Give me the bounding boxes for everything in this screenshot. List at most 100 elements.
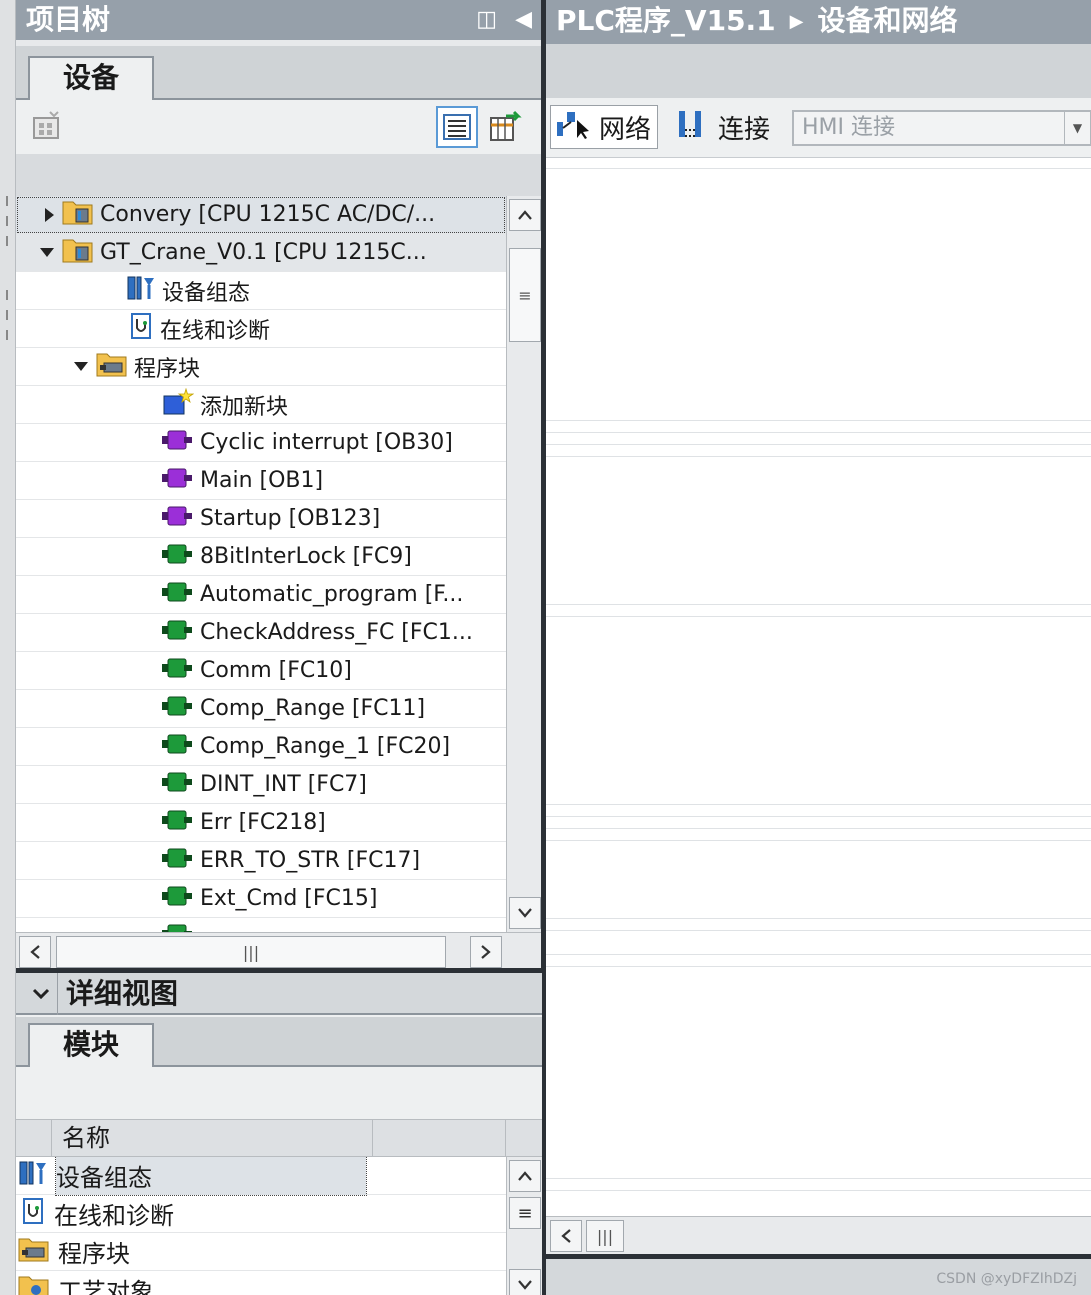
breadcrumb-devices-networks[interactable]: 设备和网络: [818, 4, 958, 37]
scroll-left-icon[interactable]: [19, 936, 51, 968]
fc-block-icon: [162, 695, 194, 723]
network-icon: [555, 108, 591, 147]
new-device-icon[interactable]: [26, 106, 68, 148]
tree-item-label: DINT_INT [FC7]: [200, 772, 367, 797]
program-blocks-folder-icon: [18, 1235, 50, 1269]
project-tree-panel: 项目树 ◫ ◀ 设备 Convery [CPU 1215C AC/DC/...: [16, 0, 542, 970]
tree-item-8bitinterlock[interactable]: 8BitInterLock [FC9]: [16, 538, 506, 576]
tree-item-label: Automatic_program [F...: [200, 582, 464, 607]
tree-item-ext-cmd[interactable]: Ext_Cmd [FC15]: [16, 880, 506, 918]
expand-arrow-icon[interactable]: [16, 207, 62, 222]
program-blocks-folder-icon: [96, 350, 128, 384]
online-diagnostics-icon: [22, 1197, 46, 1231]
tree-item-comm[interactable]: Comm [FC10]: [16, 652, 506, 690]
details-item-label: 设备组态: [55, 1157, 367, 1196]
tree-item-startup[interactable]: Startup [OB123]: [16, 500, 506, 538]
tab-modules[interactable]: 模块: [28, 1023, 154, 1069]
connection-type-select[interactable]: HMI 连接 ▼: [792, 110, 1091, 146]
tree-item-label: 在线和诊断: [160, 318, 271, 344]
device-config-icon: [126, 274, 156, 308]
tree-item-convery[interactable]: Convery [CPU 1215C AC/DC/...: [16, 196, 506, 234]
left-collapsed-strip[interactable]: [0, 0, 16, 1295]
connection-type-value: HMI 连接: [802, 115, 896, 140]
tab-devices[interactable]: 设备: [28, 56, 154, 102]
tree-item-gt-crane[interactable]: GT_Crane_V0.1 [CPU 1215C...: [16, 234, 506, 272]
tree-item-label: Ext_Cmd [FC15]: [200, 886, 378, 911]
network-canvas[interactable]: [546, 158, 1091, 1216]
details-item-online-diagnostics[interactable]: 在线和诊断: [16, 1195, 506, 1233]
fc-block-icon: [162, 733, 194, 761]
collapse-panel-icon[interactable]: ◀: [515, 0, 532, 40]
breadcrumb: PLC程序_V15.1 ▶ 设备和网络: [546, 0, 1091, 44]
column-name-header[interactable]: 名称: [62, 1120, 110, 1156]
fc-block-icon: [162, 809, 194, 837]
editor-horizontal-scrollbar[interactable]: |||: [546, 1216, 1091, 1254]
fc-block-icon: [162, 847, 194, 875]
tree-item-automatic-program[interactable]: Automatic_program [F...: [16, 576, 506, 614]
scroll-right-icon[interactable]: [470, 936, 502, 968]
watermark: CSDN @xyDFZIhDZj: [936, 1271, 1077, 1287]
tree-item-label: Startup [OB123]: [200, 506, 381, 531]
scroll-down-icon[interactable]: [509, 897, 541, 929]
tree-item-label: 添加新块: [200, 394, 289, 420]
tree-horizontal-scrollbar[interactable]: |||: [16, 932, 542, 970]
chevron-down-icon[interactable]: ▼: [1064, 112, 1090, 144]
technology-objects-icon: [18, 1273, 50, 1295]
tree-item-dint-int[interactable]: DINT_INT [FC7]: [16, 766, 506, 804]
fc-block-icon: [162, 657, 194, 685]
tree-item-err-to-str[interactable]: ERR_TO_STR [FC17]: [16, 842, 506, 880]
scroll-up-icon[interactable]: [509, 199, 541, 231]
horizontal-scroll-thumb[interactable]: |||: [56, 936, 446, 968]
details-item-device-config[interactable]: 设备组态: [16, 1157, 506, 1196]
scroll-thumb[interactable]: ≡: [509, 248, 541, 342]
tree-item-main[interactable]: Main [OB1]: [16, 462, 506, 500]
details-item-technology-objects[interactable]: 工艺对象: [16, 1271, 506, 1295]
tree-item-label: ERR_TO_STR [FC17]: [200, 848, 421, 873]
scroll-down-icon[interactable]: [509, 1269, 541, 1295]
horizontal-scroll-thumb[interactable]: |||: [586, 1220, 624, 1252]
scroll-thumb[interactable]: ≡: [509, 1197, 541, 1229]
tree-item-partial[interactable]: [16, 918, 506, 932]
collapse-arrow-icon[interactable]: [16, 362, 96, 371]
fc-block-icon: [162, 581, 194, 609]
tree-vertical-scrollbar[interactable]: ≡: [506, 196, 542, 932]
breadcrumb-project[interactable]: PLC程序_V15.1: [556, 4, 776, 37]
tree-item-program-blocks[interactable]: 程序块: [16, 348, 506, 386]
tree-item-add-new-block[interactable]: 添加新块: [16, 386, 506, 424]
collapse-details-icon[interactable]: [24, 973, 58, 1015]
ob-block-icon: [162, 467, 194, 495]
scroll-left-icon[interactable]: [550, 1220, 582, 1252]
breadcrumb-separator-icon: ▶: [789, 11, 804, 32]
tree-item-cyclic-interrupt[interactable]: Cyclic interrupt [OB30]: [16, 424, 506, 462]
connections-button[interactable]: 连接: [676, 105, 770, 149]
device-config-icon: [18, 1159, 48, 1193]
tree-item-err[interactable]: Err [FC218]: [16, 804, 506, 842]
tree-item-label: Main [OB1]: [200, 468, 324, 493]
overview-list-icon[interactable]: [436, 106, 478, 148]
scroll-up-icon[interactable]: [509, 1160, 541, 1192]
details-view-title: 详细视图: [66, 977, 179, 1010]
fc-block-icon: [162, 923, 194, 932]
editor-toolbar: 网络 连接 HMI 连接 ▼: [546, 98, 1091, 158]
fc-block-icon: [162, 885, 194, 913]
details-list: 设备组态 在线和诊断 程序块 工艺对象: [16, 1157, 506, 1295]
split-view-icon[interactable]: ◫: [476, 0, 497, 40]
devices-networks-editor: PLC程序_V15.1 ▶ 设备和网络 网络 连接 HMI 连接 ▼ ||| C…: [546, 0, 1091, 1295]
project-tree-title: 项目树: [26, 3, 111, 36]
network-view-button[interactable]: 网络: [550, 105, 659, 149]
details-vertical-scrollbar[interactable]: ≡: [506, 1157, 542, 1295]
tree-item-label: 8BitInterLock [FC9]: [200, 544, 412, 569]
tree-item-checkaddress[interactable]: CheckAddress_FC [FC1...: [16, 614, 506, 652]
tree-item-online-diagnostics[interactable]: 在线和诊断: [16, 310, 506, 348]
tree-item-label: Comm [FC10]: [200, 658, 352, 683]
details-item-label: 程序块: [58, 1240, 130, 1268]
tree-item-label: Err [FC218]: [200, 810, 326, 835]
tree-item-device-config[interactable]: 设备组态: [16, 272, 506, 310]
connections-icon: [676, 108, 706, 147]
export-table-icon[interactable]: [484, 106, 526, 148]
online-diagnostics-icon: [130, 312, 154, 346]
details-item-program-blocks[interactable]: 程序块: [16, 1233, 506, 1271]
tree-item-comp-range[interactable]: Comp_Range [FC11]: [16, 690, 506, 728]
tree-item-comp-range-1[interactable]: Comp_Range_1 [FC20]: [16, 728, 506, 766]
collapse-arrow-icon[interactable]: [16, 248, 62, 257]
